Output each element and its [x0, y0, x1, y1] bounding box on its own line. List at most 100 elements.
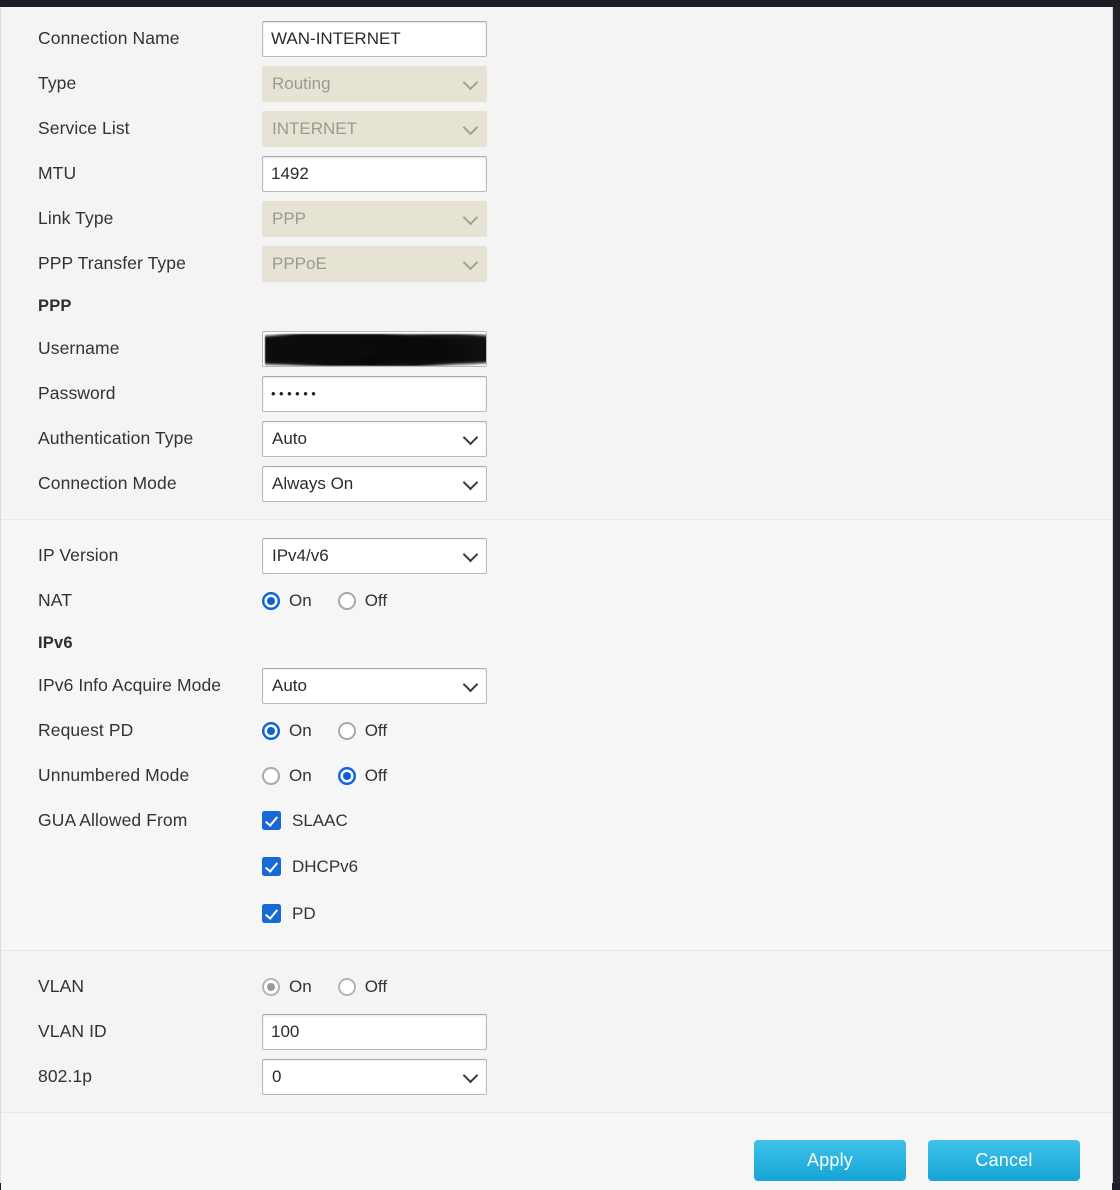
username-input[interactable]: 011102509191-dsl@airte: [262, 330, 487, 367]
chevron-down-icon: [462, 1067, 479, 1083]
content-right-border: [1112, 7, 1113, 1183]
apply-button[interactable]: Apply: [754, 1140, 906, 1181]
row-vlan-id: VLAN ID 100: [1, 1009, 1112, 1054]
row-8021p: 802.1p 0: [1, 1054, 1112, 1099]
request-pd-radio-off[interactable]: Off: [337, 720, 388, 741]
request-pd-radio-group: On Off: [262, 721, 387, 741]
row-mtu: MTU 1492: [1, 151, 1112, 196]
gua-option-slaac[interactable]: SLAAC: [262, 797, 348, 844]
row-connection-name: Connection Name WAN-INTERNET: [1, 16, 1112, 61]
radio-icon-unselected-disabled: [337, 977, 356, 996]
request-pd-radio-on[interactable]: On: [262, 721, 312, 741]
gua-option-pd-label: PD: [292, 903, 316, 923]
vlan-settings-section: VLAN On Off VLAN ID 100 802.1p 0: [1, 950, 1112, 1112]
nat-radio-off[interactable]: Off: [337, 590, 388, 611]
gua-option-slaac-label: SLAAC: [292, 810, 348, 830]
label-connection-name: Connection Name: [38, 28, 180, 48]
label-link-type: Link Type: [38, 208, 114, 228]
label-ppp-transfer-type: PPP Transfer Type: [38, 253, 186, 273]
checkbox-icon-checked[interactable]: [262, 811, 281, 830]
chevron-down-icon: [462, 474, 479, 490]
row-nat: NAT On Off: [1, 578, 1112, 623]
request-pd-radio-on-label: On: [289, 720, 312, 740]
cancel-button[interactable]: Cancel: [928, 1140, 1080, 1181]
password-input-value: ••••••: [271, 386, 320, 401]
unnumbered-mode-radio-off-label: Off: [364, 765, 388, 785]
row-ppp-transfer-type: PPP Transfer Type PPPoE: [1, 241, 1112, 286]
label-8021p: 802.1p: [38, 1066, 93, 1086]
gua-option-dhcpv6[interactable]: DHCPv6: [1, 843, 1112, 890]
chevron-down-icon: [462, 74, 479, 90]
row-unnumbered-mode: Unnumbered Mode On Off: [1, 753, 1112, 798]
vlan-radio-off-label: Off: [364, 976, 388, 996]
label-service-list: Service List: [38, 118, 130, 138]
row-username: Username 011102509191-dsl@airte: [1, 326, 1112, 371]
row-request-pd: Request PD On Off: [1, 708, 1112, 753]
type-select-value: Routing: [272, 73, 331, 93]
window-right-edge: [1113, 7, 1120, 1183]
redaction-overlay: [265, 333, 486, 366]
label-mtu: MTU: [38, 163, 77, 183]
row-link-type: Link Type PPP: [1, 196, 1112, 241]
unnumbered-mode-radio-on-label: On: [289, 765, 312, 785]
unnumbered-mode-radio-on[interactable]: On: [262, 766, 312, 786]
mtu-input[interactable]: 1492: [262, 155, 487, 192]
ipv6-acquire-mode-select[interactable]: Auto: [262, 667, 487, 704]
unnumbered-mode-radio-off[interactable]: Off: [337, 765, 388, 786]
label-type: Type: [38, 73, 77, 93]
connection-name-input[interactable]: WAN-INTERNET: [262, 20, 487, 57]
nat-radio-group: On Off: [262, 591, 387, 611]
row-type: Type Routing: [1, 61, 1112, 106]
checkbox-icon-checked[interactable]: [262, 904, 281, 923]
form-action-bar: Apply Cancel: [1, 1112, 1112, 1190]
basic-settings-section: Connection Name WAN-INTERNET Type Routin…: [1, 7, 1112, 519]
gua-option-pd[interactable]: PD: [1, 890, 1112, 937]
chevron-down-icon: [462, 209, 479, 225]
vlan-radio-on: On: [262, 977, 312, 997]
authentication-type-select-value: Auto: [272, 428, 307, 448]
label-connection-mode: Connection Mode: [38, 473, 177, 493]
service-list-select: INTERNET: [262, 110, 487, 147]
chevron-down-icon: [462, 254, 479, 270]
authentication-type-select[interactable]: Auto: [262, 420, 487, 457]
nat-radio-on[interactable]: On: [262, 591, 312, 611]
label-ipv6-acquire-mode: IPv6 Info Acquire Mode: [38, 675, 222, 695]
wan-connection-form: Connection Name WAN-INTERNET Type Routin…: [1, 7, 1112, 1190]
nat-radio-off-label: Off: [364, 590, 388, 610]
label-nat: NAT: [38, 590, 73, 610]
chevron-down-icon: [462, 676, 479, 692]
vlan-id-input[interactable]: 100: [262, 1013, 487, 1050]
ipv6-acquire-mode-select-value: Auto: [272, 675, 307, 695]
row-gua-allowed-from: GUA Allowed From SLAAC: [1, 798, 1112, 843]
section-heading-ppp: PPP: [38, 296, 72, 315]
row-ip-version: IP Version IPv4/v6: [1, 533, 1112, 578]
ip-version-select[interactable]: IPv4/v6: [262, 537, 487, 574]
label-unnumbered-mode: Unnumbered Mode: [38, 765, 190, 785]
section-heading-ipv6: IPv6: [38, 633, 73, 652]
ppp-transfer-type-select: PPPoE: [262, 245, 487, 282]
8021p-select[interactable]: 0: [262, 1058, 487, 1095]
label-authentication-type: Authentication Type: [38, 428, 194, 448]
row-vlan: VLAN On Off: [1, 964, 1112, 1009]
row-connection-mode: Connection Mode Always On: [1, 461, 1112, 506]
action-buttons: Apply Cancel: [754, 1140, 1080, 1181]
radio-icon-selected-disabled: [262, 977, 280, 996]
checkbox-icon-checked[interactable]: [262, 857, 281, 876]
vlan-radio-on-label: On: [289, 976, 312, 996]
window-top-edge: [0, 0, 1120, 7]
link-type-select-value: PPP: [272, 208, 307, 228]
label-username: Username: [38, 338, 120, 358]
label-ip-version: IP Version: [38, 545, 119, 565]
radio-icon-unselected: [262, 766, 280, 785]
8021p-select-value: 0: [272, 1066, 282, 1086]
vlan-radio-group: On Off: [262, 977, 387, 997]
nat-radio-on-label: On: [289, 590, 312, 610]
row-ipv6-acquire-mode: IPv6 Info Acquire Mode Auto: [1, 663, 1112, 708]
connection-mode-select[interactable]: Always On: [262, 465, 487, 502]
request-pd-radio-off-label: Off: [364, 720, 388, 740]
row-authentication-type: Authentication Type Auto: [1, 416, 1112, 461]
link-type-select: PPP: [262, 200, 487, 237]
radio-icon-unselected: [337, 591, 356, 610]
chevron-down-icon: [462, 119, 479, 135]
password-input[interactable]: ••••••: [262, 375, 487, 412]
